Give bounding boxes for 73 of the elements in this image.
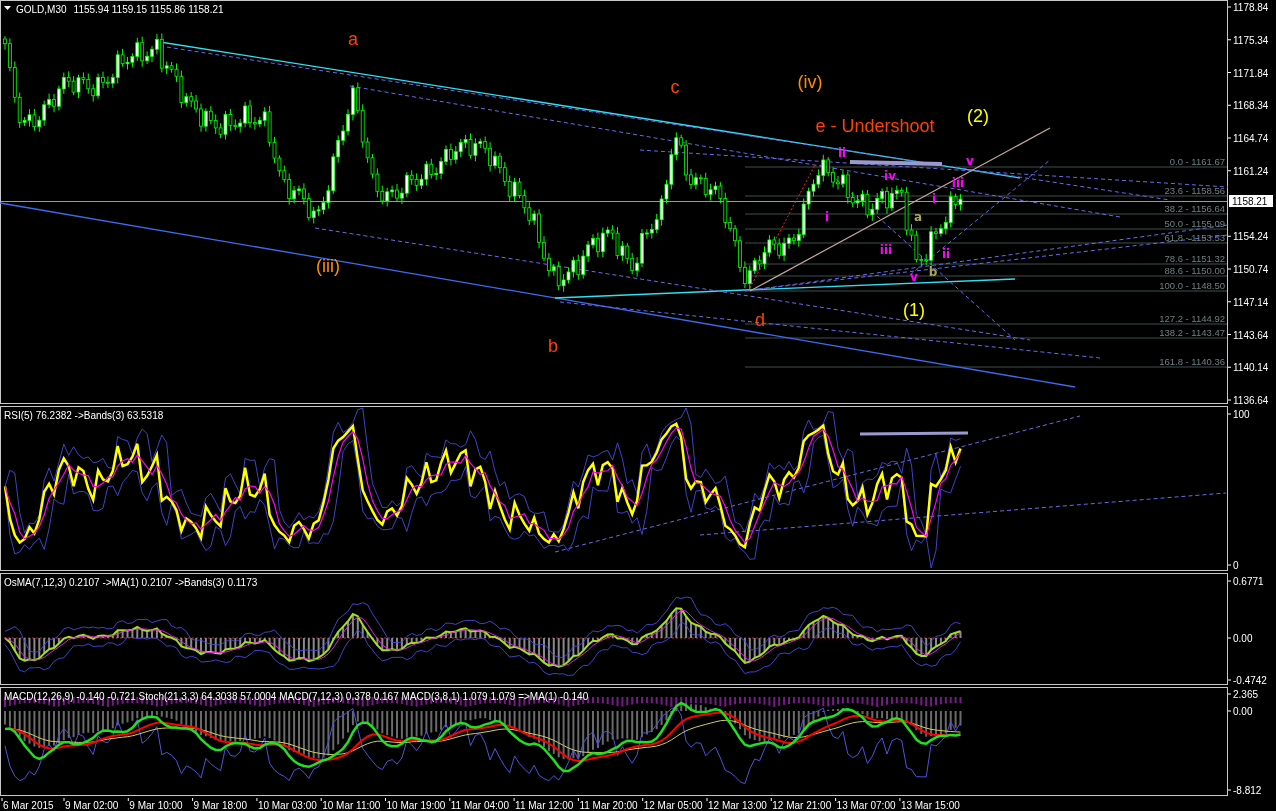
price-axis-label: 1154.24 xyxy=(1233,231,1269,243)
indicator-axis-label: -0.4742 xyxy=(1233,675,1267,685)
indicator-axis-label: 0.00 xyxy=(1233,633,1253,644)
time-axis-label: 11 Mar 20:00 xyxy=(579,800,638,811)
indicator-axis-label: 0 xyxy=(1233,560,1239,571)
wave-label: ii xyxy=(941,247,951,261)
wave-label: v xyxy=(966,154,974,168)
time-axis-label: 10 Mar 11:00 xyxy=(322,800,381,811)
fib-level-label: 0.0 - 1161.67 xyxy=(1169,156,1225,167)
fib-level-label: 161.8 - 1140.36 xyxy=(1159,356,1225,367)
wave-label: (2) xyxy=(967,106,989,126)
time-axis-label: 11 Mar 04:00 xyxy=(450,800,509,811)
fib-level-label: 50.0 - 1155.09 xyxy=(1164,218,1225,229)
price-axis-label: 1150.74 xyxy=(1233,264,1269,275)
indicator-axis-label: 0.6771 xyxy=(1233,576,1264,587)
fib-level-label: 61.8 - 1153.53 xyxy=(1164,232,1225,243)
fib-level-label: 78.6 - 1151.32 xyxy=(1164,253,1225,264)
price-axis-label: 1143.64 xyxy=(1233,329,1269,341)
indicator-legend: OsMA(7,12,3) 0.2107 ->MA(1) 0.2107 ->Bands(3) 0.1173 xyxy=(4,577,258,588)
indicator-axis-label: -8.812 xyxy=(1233,785,1262,796)
indicator-axis-label: 100 xyxy=(1233,409,1250,420)
wave-label: b xyxy=(548,336,558,356)
time-axis-label: 11 Mar 12:00 xyxy=(515,800,574,811)
fib-level-label: 38.2 - 1156.64 xyxy=(1164,203,1225,214)
price-axis-label: 1147.14 xyxy=(1233,296,1269,308)
fib-level-label: 127.2 - 1144.92 xyxy=(1159,313,1225,324)
wave-label: iv xyxy=(884,169,896,183)
fib-level-label: 100.0 - 1148.50 xyxy=(1159,280,1225,291)
indicator-axis-label: 0.00 xyxy=(1233,706,1253,717)
wave-label: a xyxy=(348,29,358,49)
time-axis-label: 13 Mar 15:00 xyxy=(900,800,960,811)
dropdown-triangle-icon[interactable] xyxy=(4,6,11,10)
fib-level-label: 88.6 - 1150.00 xyxy=(1164,265,1225,276)
chart-symbol: GOLD,M30 xyxy=(16,4,67,15)
wave-label: b xyxy=(928,265,938,279)
time-axis-label: 9 Mar 10:00 xyxy=(129,800,183,811)
price-axis-label: 1171.84 xyxy=(1233,67,1269,79)
price-axis-label: 1168.34 xyxy=(1233,100,1269,112)
wave-label: iii xyxy=(879,243,893,257)
ohlc-values: 1155.94 1159.15 1155.86 1158.21 xyxy=(73,4,224,15)
time-axis-label: 6 Mar 2015 xyxy=(3,800,54,811)
time-axis-label: 12 Mar 05:00 xyxy=(643,800,703,811)
time-axis-label: 9 Mar 02:00 xyxy=(65,800,119,811)
wave-label: c xyxy=(670,77,680,97)
price-axis-label: 1161.24 xyxy=(1233,165,1269,177)
price-axis-label: 1175.34 xyxy=(1233,34,1269,46)
price-axis-label: 1164.74 xyxy=(1233,133,1269,144)
wave-label: v xyxy=(910,270,918,284)
current-price-label: 1158.21 xyxy=(1229,195,1273,207)
indicator-axis-label: 2.365 xyxy=(1233,689,1259,700)
wave-label: e - Undershoot xyxy=(815,116,935,136)
wave-label: d xyxy=(755,310,765,330)
wave-label: i xyxy=(824,210,830,224)
indicator-legend: MACD(12,26,9) -0.140 -0.721 Stoch(21,3,3) 64.3038 57.0004 MACD(7,12,3) 0.378 0.167 MACD(3,8,1) 1.079 1.079 =>MA(1) -0.140 xyxy=(4,691,589,702)
time-axis-label: 12 Mar 21:00 xyxy=(772,800,832,811)
wave-label: a xyxy=(913,210,923,224)
price-axis-label: 1136.64 xyxy=(1233,395,1269,404)
fib-level-label: 23.6 - 1158.56 xyxy=(1164,185,1225,196)
time-axis-label: 10 Mar 03:00 xyxy=(257,800,317,811)
wave-label: i xyxy=(931,192,937,206)
time-axis-label: 12 Mar 13:00 xyxy=(708,800,767,811)
wave-label: iii xyxy=(951,176,965,190)
price-axis-label: 1178.84 xyxy=(1233,2,1269,13)
indicator-legend: RSI(5) 76.2382 ->Bands(3) 63.5318 xyxy=(4,410,164,421)
wave-label: (1) xyxy=(903,300,925,320)
wave-label: (iii) xyxy=(316,256,340,276)
price-axis-label: 1140.14 xyxy=(1233,362,1269,374)
wave-label: (iv) xyxy=(797,72,823,92)
wave-label: ii xyxy=(837,146,847,160)
fib-level-label: 138.2 - 1143.47 xyxy=(1159,327,1225,338)
time-axis-label: 13 Mar 07:00 xyxy=(836,800,896,811)
time-axis-label: 10 Mar 19:00 xyxy=(386,800,446,811)
time-axis-label: 9 Mar 18:00 xyxy=(193,800,247,811)
